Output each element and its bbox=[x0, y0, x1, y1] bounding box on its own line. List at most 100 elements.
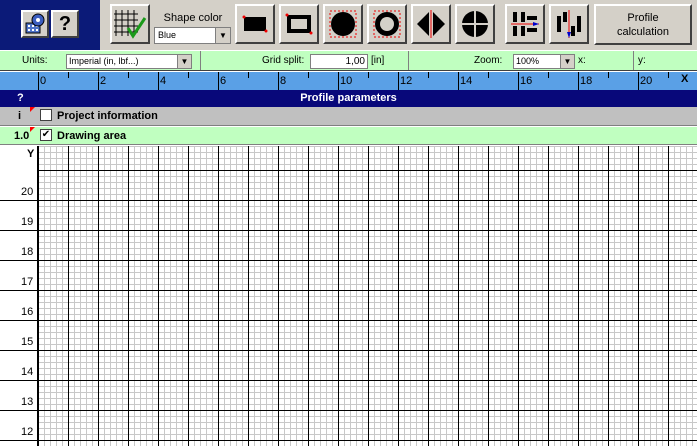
hollow-circle-icon bbox=[373, 10, 401, 38]
divider bbox=[408, 51, 409, 70]
align-vertical-icon bbox=[557, 10, 581, 38]
y-ruler-label: 12 bbox=[21, 426, 34, 438]
mirror-quad-icon bbox=[461, 10, 489, 38]
mirror-horizontal-button[interactable] bbox=[411, 4, 451, 44]
profile-calculation-line1: Profile bbox=[627, 12, 659, 24]
project-index: i bbox=[18, 110, 22, 122]
filled-rectangle-button[interactable] bbox=[235, 4, 275, 44]
mirror-quad-button[interactable] bbox=[455, 4, 495, 44]
y-ruler-tick bbox=[0, 320, 38, 321]
y-ruler-tick bbox=[0, 350, 38, 351]
x-ruler-tick bbox=[158, 72, 159, 90]
y-ruler-label: 15 bbox=[21, 336, 34, 348]
x-ruler-tick bbox=[128, 72, 129, 78]
zoom-select[interactable]: 100% ▼ bbox=[513, 54, 575, 69]
profile-calculation-button[interactable]: Profile calculation bbox=[594, 4, 692, 45]
x-ruler-tick bbox=[338, 72, 339, 90]
x-axis-label: X bbox=[681, 73, 689, 85]
x-ruler-tick bbox=[668, 72, 669, 78]
toolbar: ? Shape color Blue ▼ Profile calculation bbox=[0, 0, 697, 50]
x-ruler-tick bbox=[98, 72, 99, 90]
y-ruler-tick bbox=[0, 440, 38, 441]
help-button[interactable]: ? bbox=[51, 10, 79, 38]
zoom-label: Zoom: bbox=[474, 55, 503, 66]
shape-color-select[interactable]: Blue ▼ bbox=[154, 27, 231, 44]
y-ruler-label: 20 bbox=[21, 186, 34, 198]
drawing-grid[interactable] bbox=[38, 146, 697, 446]
x-ruler-label: 4 bbox=[160, 75, 167, 87]
x-ruler-label: 6 bbox=[220, 75, 227, 87]
profile-parameters-header[interactable]: ? Profile parameters bbox=[0, 90, 697, 107]
grid-split-label: Grid split: bbox=[262, 55, 305, 66]
x-ruler-tick bbox=[518, 72, 519, 90]
y-ruler: Y 20 19 18 17 16 15 14 13 12 bbox=[0, 146, 38, 446]
x-ruler-label: 10 bbox=[340, 75, 353, 87]
x-ruler-tick bbox=[638, 72, 639, 90]
y-ruler-label: 19 bbox=[21, 216, 34, 228]
x-ruler-tick bbox=[248, 72, 249, 78]
align-horizontal-icon bbox=[511, 12, 539, 36]
filled-circle-button[interactable] bbox=[323, 4, 363, 44]
hollow-rectangle-icon bbox=[285, 13, 313, 35]
chevron-down-icon[interactable]: ▼ bbox=[177, 55, 191, 68]
x-ruler-label: 16 bbox=[520, 75, 533, 87]
grid-toggle-icon bbox=[114, 10, 147, 39]
grid-split-unit: [in] bbox=[371, 55, 385, 66]
drawing-area[interactable]: Y 20 19 18 17 16 15 14 13 12 bbox=[0, 146, 697, 446]
filled-rectangle-icon bbox=[242, 15, 268, 33]
project-information-row[interactable]: i Project information bbox=[0, 107, 697, 126]
x-ruler-tick bbox=[68, 72, 69, 78]
divider bbox=[200, 51, 201, 70]
project-information-label: Project information bbox=[57, 110, 158, 122]
profile-calculation-line2: calculation bbox=[617, 26, 669, 38]
x-ruler-tick bbox=[578, 72, 579, 90]
units-value: Imperial (in, lbf...) bbox=[69, 56, 139, 66]
y-axis-label: Y bbox=[27, 148, 35, 160]
x-ruler-tick bbox=[458, 72, 459, 90]
x-ruler-label: 12 bbox=[400, 75, 413, 87]
units-label: Units: bbox=[22, 55, 48, 66]
y-ruler-label: 16 bbox=[21, 306, 34, 318]
x-ruler-tick bbox=[488, 72, 489, 78]
y-ruler-tick bbox=[0, 200, 38, 201]
x-ruler-tick bbox=[368, 72, 369, 78]
grid-split-input[interactable]: 1,00 bbox=[310, 54, 368, 69]
x-ruler: 0 2 4 6 8 10 12 14 16 18 20 X bbox=[0, 72, 697, 90]
x-ruler-tick bbox=[188, 72, 189, 78]
x-ruler-tick bbox=[38, 72, 39, 90]
left-tool-panel: ? bbox=[0, 0, 100, 50]
align-vertical-button[interactable] bbox=[549, 4, 589, 44]
y-ruler-tick bbox=[0, 380, 38, 381]
hollow-rectangle-button[interactable] bbox=[279, 4, 319, 44]
drawing-area-checkbox[interactable]: ✔ bbox=[40, 129, 52, 141]
filled-circle-icon bbox=[329, 10, 357, 38]
grid-toggle-button[interactable] bbox=[110, 4, 150, 44]
hollow-circle-button[interactable] bbox=[367, 4, 407, 44]
x-ruler-scale: 0 2 4 6 8 10 12 14 16 18 20 bbox=[38, 72, 674, 90]
x-ruler-label: 2 bbox=[100, 75, 107, 87]
drawing-area-row[interactable]: 1.0 ✔ Drawing area bbox=[0, 127, 697, 145]
x-ruler-tick bbox=[548, 72, 549, 78]
y-ruler-label: 17 bbox=[21, 276, 34, 288]
y-ruler-label: 14 bbox=[21, 366, 34, 378]
divider bbox=[633, 51, 634, 70]
comment-marker bbox=[30, 127, 35, 132]
align-horizontal-button[interactable] bbox=[505, 4, 545, 44]
units-select[interactable]: Imperial (in, lbf...) ▼ bbox=[66, 54, 192, 69]
x-coordinate-label: x: bbox=[578, 55, 586, 66]
drawing-area-label: Drawing area bbox=[57, 130, 127, 142]
y-ruler-tick bbox=[0, 230, 38, 231]
x-ruler-label: 0 bbox=[40, 75, 47, 87]
y-ruler-tick bbox=[0, 260, 38, 261]
x-ruler-label: 8 bbox=[280, 75, 287, 87]
settings-button[interactable] bbox=[21, 10, 49, 38]
project-information-checkbox[interactable] bbox=[40, 109, 52, 121]
y-coordinate-label: y: bbox=[638, 55, 646, 66]
x-ruler-label: 14 bbox=[460, 75, 473, 87]
chevron-down-icon[interactable]: ▼ bbox=[215, 28, 230, 43]
chevron-down-icon[interactable]: ▼ bbox=[560, 55, 574, 68]
settings-bar: Units: Imperial (in, lbf...) ▼ Grid spli… bbox=[0, 50, 697, 71]
y-ruler-tick bbox=[0, 290, 38, 291]
shape-color-value: Blue bbox=[158, 30, 177, 40]
x-ruler-tick bbox=[308, 72, 309, 78]
